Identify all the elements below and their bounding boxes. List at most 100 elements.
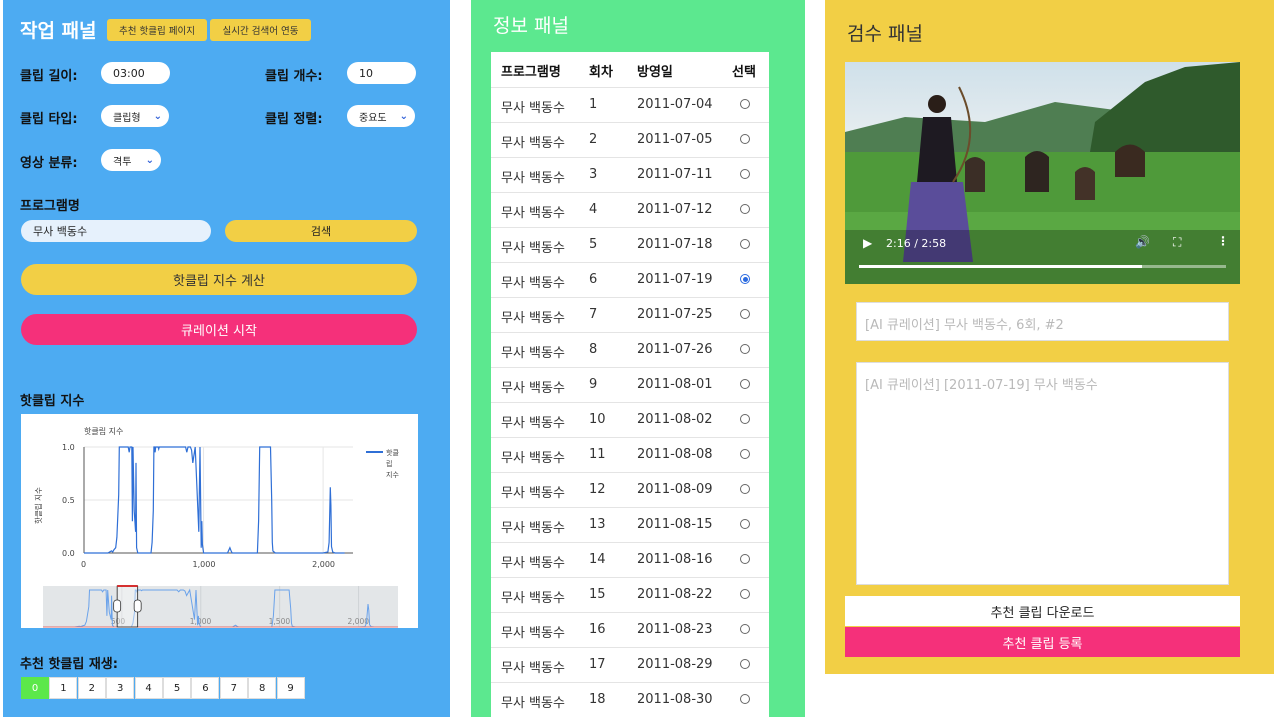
video-class-select[interactable]: 격투 ⌄ bbox=[101, 149, 161, 171]
clip-number-button[interactable]: 1 bbox=[49, 677, 78, 699]
navigator-handle bbox=[113, 599, 122, 613]
table-row: 무사 백동수 14 2011-08-16 bbox=[491, 542, 769, 578]
legend-label: 립 bbox=[386, 460, 392, 468]
cell-airdate: 2011-07-18 bbox=[637, 237, 713, 252]
program-label: 프로그램명 bbox=[20, 199, 80, 214]
x-tick-label: 0 bbox=[81, 560, 86, 569]
cell-airdate: 2011-07-26 bbox=[637, 342, 713, 357]
cell-program: 무사 백동수 bbox=[501, 521, 565, 536]
video-progress-track[interactable] bbox=[859, 265, 1226, 268]
select-radio[interactable] bbox=[740, 589, 750, 599]
chevron-down-icon: ⌄ bbox=[153, 110, 162, 122]
table-row: 무사 백동수 1 2011-07-04 bbox=[491, 87, 769, 123]
select-radio[interactable] bbox=[740, 624, 750, 634]
clip-number-button[interactable]: 2 bbox=[77, 677, 106, 699]
work-panel-title: 작업 패널 bbox=[20, 20, 97, 42]
chevron-down-icon: ⌄ bbox=[145, 154, 154, 166]
legend-label: 지수 bbox=[386, 470, 399, 479]
table-row: 무사 백동수 15 2011-08-22 bbox=[491, 577, 769, 613]
table-row: 무사 백동수 12 2011-08-09 bbox=[491, 472, 769, 508]
info-panel-title: 정보 패널 bbox=[493, 15, 569, 37]
table-row: 무사 백동수 5 2011-07-18 bbox=[491, 227, 769, 263]
clip-description-field[interactable]: [AI 큐레이션] [2011-07-19] 무사 백동수 bbox=[856, 362, 1229, 585]
clip-number-button[interactable]: 5 bbox=[163, 677, 191, 699]
select-radio[interactable] bbox=[740, 309, 750, 319]
cell-airdate: 2011-08-02 bbox=[637, 412, 713, 427]
play-icon[interactable]: ▶ bbox=[863, 236, 872, 250]
curation-start-button[interactable]: 큐레이션 시작 bbox=[21, 314, 417, 345]
legend-label: 핫클 bbox=[386, 449, 399, 457]
video-frame bbox=[845, 62, 1240, 284]
clip-sort-select[interactable]: 중요도 ⌄ bbox=[347, 105, 415, 127]
video-player[interactable]: ▶ 2:16 / 2:58 🔊 ⛶ ⋮ bbox=[845, 62, 1240, 284]
table-row: 무사 백동수 3 2011-07-11 bbox=[491, 157, 769, 193]
calc-hotclip-button[interactable]: 핫클립 지수 계산 bbox=[21, 264, 417, 295]
realtime-search-button[interactable]: 실시간 검색어 연동 bbox=[210, 19, 311, 41]
more-options-icon[interactable]: ⋮ bbox=[1217, 234, 1229, 248]
program-search-input[interactable]: 무사 백동수 bbox=[21, 220, 211, 242]
clip-type-label: 클립 타입: bbox=[20, 112, 78, 127]
select-radio[interactable] bbox=[740, 204, 750, 214]
cell-episode: 3 bbox=[589, 167, 598, 182]
clip-number-button[interactable]: 6 bbox=[191, 677, 220, 699]
header-program: 프로그램명 bbox=[501, 65, 561, 80]
clip-count-label: 클립 개수: bbox=[265, 69, 323, 84]
table-row: 무사 백동수 10 2011-08-02 bbox=[491, 402, 769, 438]
clip-number-button[interactable]: 7 bbox=[219, 677, 248, 699]
table-row: 무사 백동수 9 2011-08-01 bbox=[491, 367, 769, 403]
y-tick-label: 0.5 bbox=[62, 496, 75, 505]
search-button[interactable]: 검색 bbox=[225, 220, 417, 242]
hotclip-page-button[interactable]: 추천 핫클립 페이지 bbox=[107, 19, 207, 41]
select-radio[interactable] bbox=[740, 449, 750, 459]
select-radio[interactable] bbox=[740, 99, 750, 109]
register-clip-button[interactable]: 추천 클립 등록 bbox=[845, 627, 1240, 657]
clip-number-button[interactable]: 0 bbox=[21, 677, 49, 699]
select-radio[interactable] bbox=[740, 134, 750, 144]
select-radio[interactable] bbox=[740, 379, 750, 389]
cell-airdate: 2011-08-30 bbox=[637, 692, 713, 707]
select-radio[interactable] bbox=[740, 414, 750, 424]
select-radio[interactable] bbox=[740, 519, 750, 529]
cell-episode: 6 bbox=[589, 272, 598, 287]
clip-number-button[interactable]: 8 bbox=[248, 677, 277, 699]
cell-episode: 13 bbox=[589, 517, 606, 532]
select-radio[interactable] bbox=[740, 659, 750, 669]
cell-airdate: 2011-08-16 bbox=[637, 552, 713, 567]
episode-table: 프로그램명 회차 방영일 선택 무사 백동수 1 2011-07-04 무사 백동수 2… bbox=[491, 52, 769, 717]
download-clip-button[interactable]: 추천 클립 다운로드 bbox=[845, 596, 1240, 626]
clip-sort-label: 클립 정렬: bbox=[265, 112, 323, 127]
table-row: 무사 백동수 13 2011-08-15 bbox=[491, 507, 769, 543]
select-radio[interactable] bbox=[740, 169, 750, 179]
select-radio[interactable] bbox=[740, 239, 750, 249]
cell-airdate: 2011-07-19 bbox=[637, 272, 713, 287]
select-radio[interactable] bbox=[740, 274, 750, 284]
select-radio[interactable] bbox=[740, 484, 750, 494]
clip-number-button[interactable]: 3 bbox=[106, 677, 135, 699]
table-row: 무사 백동수 7 2011-07-25 bbox=[491, 297, 769, 333]
cell-episode: 4 bbox=[589, 202, 598, 217]
cell-airdate: 2011-07-12 bbox=[637, 202, 713, 217]
clip-title-field[interactable]: [AI 큐레이션] 무사 백동수, 6회, #2 bbox=[856, 302, 1229, 341]
cell-program: 무사 백동수 bbox=[501, 346, 565, 361]
select-radio[interactable] bbox=[740, 344, 750, 354]
select-radio[interactable] bbox=[740, 554, 750, 564]
clip-length-input[interactable]: 03:00 bbox=[101, 62, 170, 84]
clip-number-button[interactable]: 4 bbox=[134, 677, 163, 699]
table-row: 무사 백동수 8 2011-07-26 bbox=[491, 332, 769, 368]
cell-episode: 9 bbox=[589, 377, 598, 392]
work-panel: 작업 패널 추천 핫클립 페이지 실시간 검색어 연동 클립 길이: 03:00… bbox=[3, 0, 450, 717]
clip-count-input[interactable]: 10 bbox=[347, 62, 416, 84]
clip-type-value: 클립형 bbox=[113, 112, 141, 124]
clip-type-select[interactable]: 클립형 ⌄ bbox=[101, 105, 169, 127]
fullscreen-icon[interactable]: ⛶ bbox=[1173, 235, 1181, 250]
header-episode: 회차 bbox=[589, 65, 613, 80]
cell-airdate: 2011-07-25 bbox=[637, 307, 713, 322]
cell-program: 무사 백동수 bbox=[501, 241, 565, 256]
select-radio[interactable] bbox=[740, 694, 750, 704]
cell-program: 무사 백동수 bbox=[501, 591, 565, 606]
clip-number-button[interactable]: 9 bbox=[276, 677, 305, 699]
cell-episode: 1 bbox=[589, 97, 598, 112]
cell-program: 무사 백동수 bbox=[501, 171, 565, 186]
volume-icon[interactable]: 🔊 bbox=[1135, 235, 1150, 249]
chart-section-label: 핫클립 지수 bbox=[20, 394, 85, 409]
